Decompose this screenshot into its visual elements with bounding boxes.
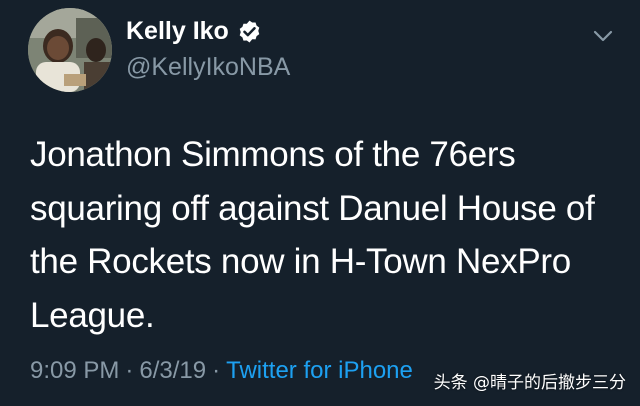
tweet-text-line: the Rockets now in H-Town NexPro bbox=[30, 242, 571, 281]
tweet-text-line: Jonathon Simmons of the 76ers bbox=[30, 135, 516, 174]
author-display-name[interactable]: Kelly Iko bbox=[126, 16, 229, 46]
meta-separator: · bbox=[212, 357, 221, 384]
profile-photo-icon bbox=[28, 8, 112, 92]
author-name-row: Kelly Iko bbox=[126, 16, 262, 46]
tweet-text: Jonathon Simmons of the 76ers squaring o… bbox=[30, 128, 620, 342]
watermark: 头条 @晴子的后撤步三分 bbox=[433, 373, 626, 393]
avatar[interactable] bbox=[28, 8, 112, 92]
meta-separator: · bbox=[125, 357, 134, 384]
tweet-source-link[interactable]: Twitter for iPhone bbox=[226, 357, 413, 384]
verified-badge-icon bbox=[237, 19, 262, 44]
tweet-card: Kelly Iko @KellyIkoNBA Jonathon Simmons … bbox=[0, 0, 640, 406]
tweet-text-line: League. bbox=[30, 295, 155, 335]
tweet-time[interactable]: 9:09 PM bbox=[30, 357, 119, 384]
tweet-meta: 9:09 PM · 6/3/19 · Twitter for iPhone bbox=[30, 356, 413, 386]
tweet-date[interactable]: 6/3/19 bbox=[139, 357, 206, 384]
tweet-text-line: squaring off against Danuel House of bbox=[30, 188, 595, 228]
author-handle[interactable]: @KellyIkoNBA bbox=[126, 52, 290, 82]
chevron-down-icon[interactable] bbox=[590, 26, 616, 46]
